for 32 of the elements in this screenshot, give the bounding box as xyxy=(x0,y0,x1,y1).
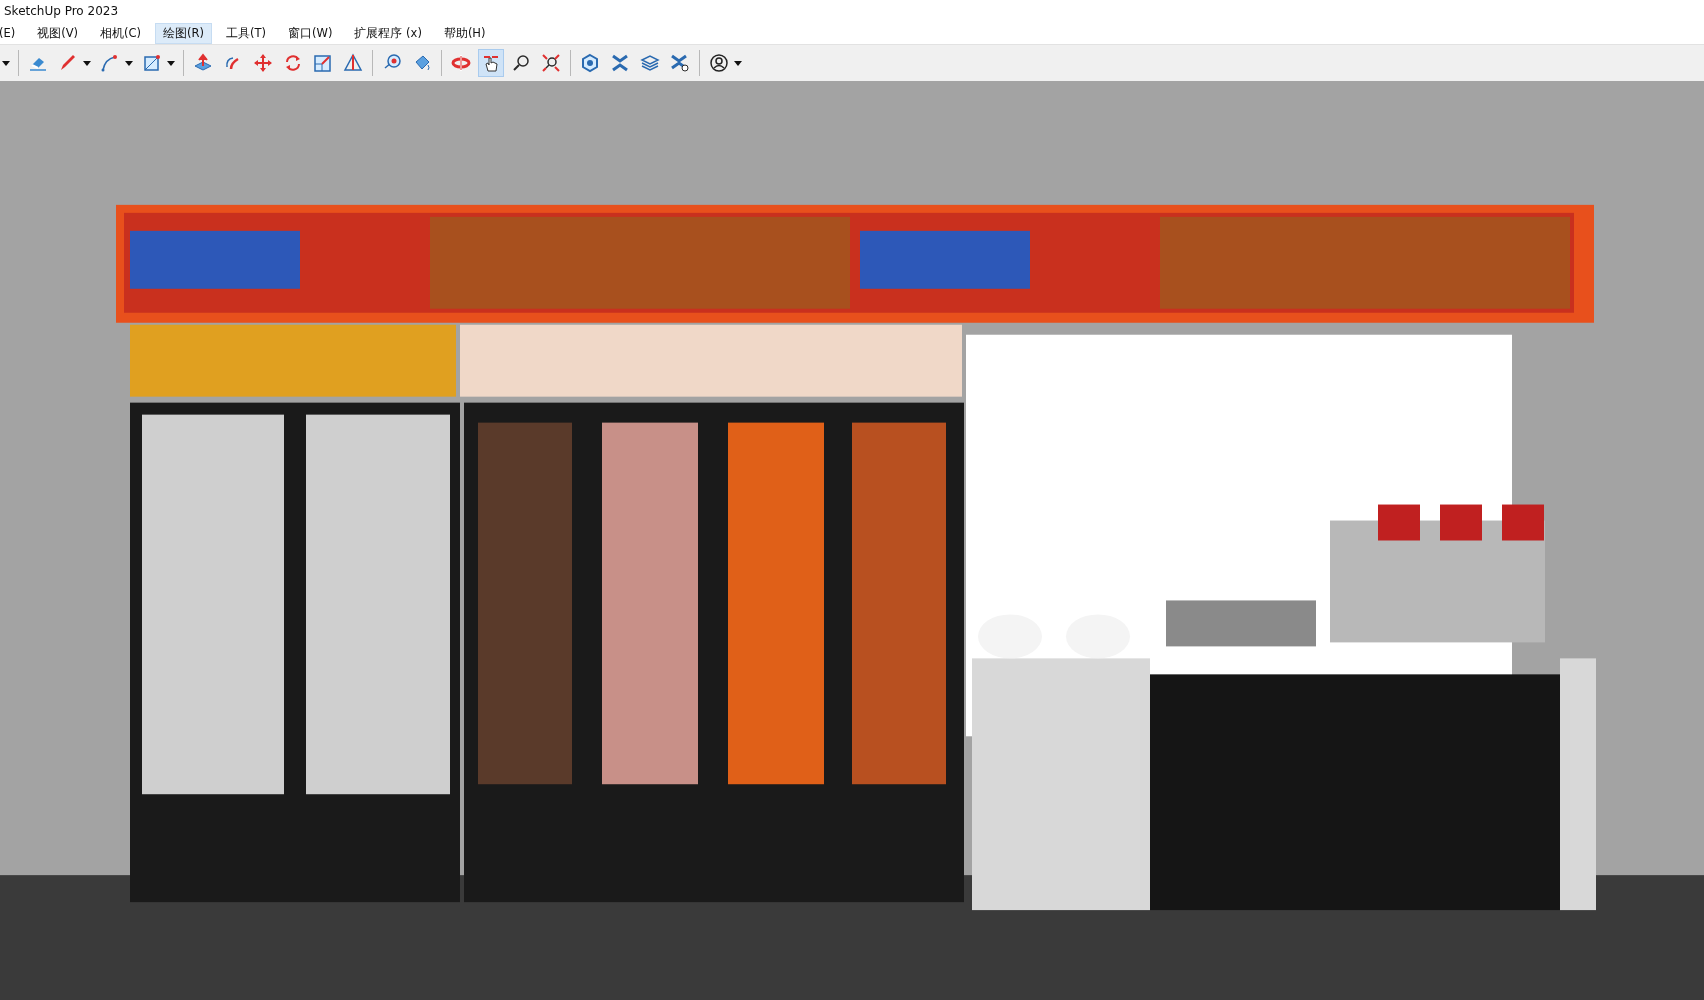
menu-item[interactable]: 工具(T) xyxy=(218,22,275,44)
caret-icon[interactable] xyxy=(83,60,91,66)
menu-item[interactable]: 绘图(R) xyxy=(155,22,213,44)
rectangle-icon xyxy=(142,53,162,73)
menu-item[interactable]: 窗口(W) xyxy=(280,22,341,44)
menu-item[interactable]: (E) xyxy=(0,23,24,43)
push-pull-icon xyxy=(193,53,213,73)
menu-item[interactable]: 视图(V) xyxy=(29,22,87,44)
triangle-icon xyxy=(343,53,363,73)
user-icon xyxy=(709,53,729,73)
menu-item[interactable]: 扩展程序 (x) xyxy=(346,22,430,44)
pencil-icon xyxy=(58,53,78,73)
move-icon xyxy=(253,53,273,73)
zoom-extents-icon xyxy=(541,53,561,73)
caret-icon[interactable] xyxy=(2,60,10,66)
toolbar-button[interactable] xyxy=(478,49,504,77)
rotate-icon xyxy=(283,53,303,73)
caret-icon[interactable] xyxy=(125,60,133,66)
layers-icon xyxy=(640,53,660,73)
caret-icon[interactable] xyxy=(167,60,175,66)
arc-icon xyxy=(100,53,120,73)
menu-item[interactable]: 帮助(H) xyxy=(435,22,494,44)
scale-icon xyxy=(313,53,333,73)
chevrons-icon xyxy=(610,53,630,73)
hexagon-icon xyxy=(580,53,600,73)
search-icon xyxy=(511,53,531,73)
menu-item[interactable]: 相机(C) xyxy=(92,22,150,44)
caret-icon[interactable] xyxy=(734,60,742,66)
window-title: SketchUp Pro 2023 xyxy=(4,4,119,18)
orbit-icon xyxy=(451,53,471,73)
hand-icon xyxy=(481,53,501,73)
chevrons-gear-icon xyxy=(670,53,690,73)
